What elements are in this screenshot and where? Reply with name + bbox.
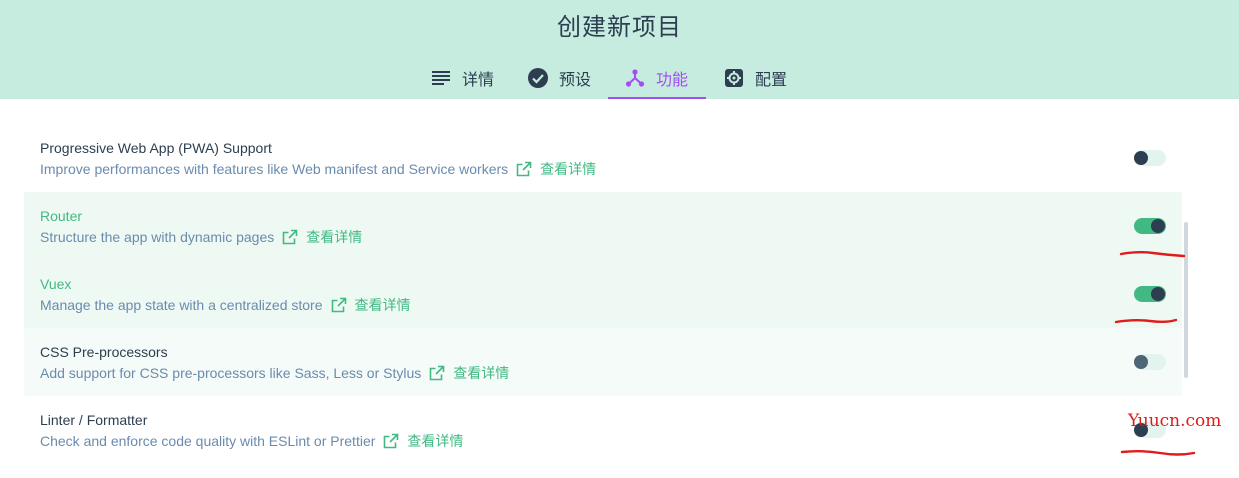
active-tab-indicator <box>608 97 706 99</box>
header: 创建新项目 详情 预设 功能 配置 <box>0 0 1239 99</box>
feature-toggle[interactable] <box>1134 150 1166 166</box>
gear-icon <box>723 67 745 89</box>
more-info-link[interactable]: 查看详情 <box>355 295 411 315</box>
feature-toggle[interactable] <box>1134 286 1166 302</box>
feature-name: Progressive Web App (PWA) Support <box>40 140 272 156</box>
feature-toggle[interactable] <box>1134 218 1166 234</box>
toggle-knob <box>1134 151 1148 165</box>
feature-item-css-preprocessors[interactable]: CSS Pre-processors Add support for CSS p… <box>24 328 1182 396</box>
feature-item-router[interactable]: Router Structure the app with dynamic pa… <box>24 192 1182 260</box>
watermark: Yuucn.com <box>1128 411 1222 431</box>
feature-item-linter[interactable]: Linter / Formatter Check and enforce cod… <box>24 396 1182 464</box>
more-info-link[interactable]: 查看详情 <box>407 431 463 451</box>
fork-icon <box>624 67 646 89</box>
tab-bar: 详情 预设 功能 配置 <box>0 58 1239 99</box>
external-link-icon[interactable] <box>429 365 445 381</box>
feature-name: Vuex <box>40 276 72 292</box>
list-icon <box>430 67 452 89</box>
annotation-underline <box>1120 450 1196 456</box>
toggle-knob <box>1151 287 1165 301</box>
tab-details-label: 详情 <box>462 70 495 89</box>
feature-name: Linter / Formatter <box>40 412 148 428</box>
tab-presets[interactable]: 预设 <box>527 58 591 98</box>
tab-config[interactable]: 配置 <box>723 58 787 98</box>
tab-config-label: 配置 <box>755 70 788 89</box>
more-info-link[interactable]: 查看详情 <box>306 227 362 247</box>
feature-item-vuex[interactable]: Vuex Manage the app state with a central… <box>24 260 1182 328</box>
feature-name: CSS Pre-processors <box>40 344 168 360</box>
external-link-icon[interactable] <box>331 297 347 313</box>
feature-toggle[interactable] <box>1134 354 1166 370</box>
more-info-link[interactable]: 查看详情 <box>540 159 596 179</box>
feature-description-line: Structure the app with dynamic pages 查看详… <box>40 227 362 247</box>
external-link-icon[interactable] <box>383 433 399 449</box>
feature-description-line: Manage the app state with a centralized … <box>40 295 411 315</box>
feature-description: Manage the app state with a centralized … <box>40 297 323 313</box>
tab-details[interactable]: 详情 <box>430 58 494 98</box>
feature-description-line: Add support for CSS pre-processors like … <box>40 363 509 383</box>
feature-description: Add support for CSS pre-processors like … <box>40 365 422 381</box>
external-link-icon[interactable] <box>282 229 298 245</box>
feature-item-pwa[interactable]: Progressive Web App (PWA) Support Improv… <box>24 124 1182 192</box>
annotation-underline <box>1119 251 1186 258</box>
feature-description-line: Improve performances with features like … <box>40 159 596 179</box>
toggle-knob <box>1151 219 1165 233</box>
tab-features-label: 功能 <box>656 70 689 89</box>
annotation-underline <box>1114 318 1178 324</box>
feature-list: Progressive Web App (PWA) Support Improv… <box>24 124 1182 464</box>
external-link-icon[interactable] <box>516 161 532 177</box>
scrollbar-thumb[interactable] <box>1184 222 1188 378</box>
feature-description: Improve performances with features like … <box>40 161 509 177</box>
feature-name: Router <box>40 208 83 224</box>
tab-features[interactable]: 功能 <box>624 58 688 98</box>
page-title: 创建新项目 <box>557 13 682 41</box>
feature-description: Check and enforce code quality with ESLi… <box>40 433 376 449</box>
feature-description-line: Check and enforce code quality with ESLi… <box>40 431 463 451</box>
check-circle-icon <box>527 67 549 89</box>
more-info-link[interactable]: 查看详情 <box>453 363 509 383</box>
toggle-knob <box>1134 355 1148 369</box>
feature-description: Structure the app with dynamic pages <box>40 229 275 245</box>
tab-presets-label: 预设 <box>559 70 592 89</box>
